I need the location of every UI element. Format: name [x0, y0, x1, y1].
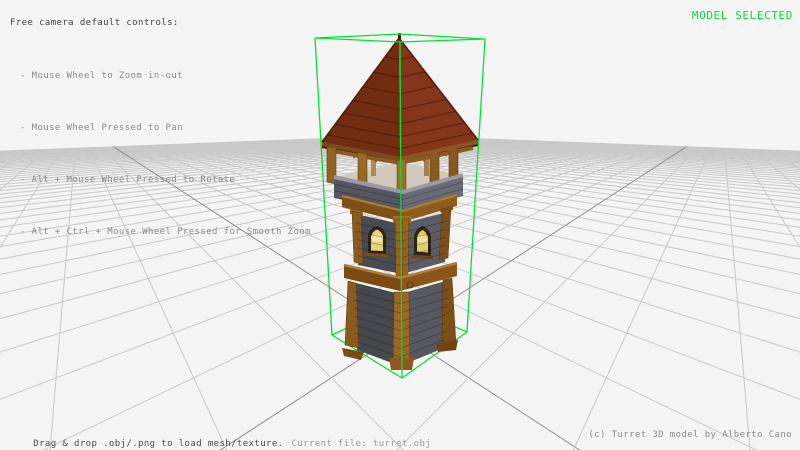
- model-credit: (c) Turret 3D model by Alberto Cano: [588, 431, 792, 440]
- drop-hint: Drag & drop .obj/.png to load mesh/textu…: [33, 439, 283, 449]
- current-file-label: Current file: turret.obj: [291, 439, 431, 449]
- roof-right-face: [399, 38, 478, 157]
- help-item: - Mouse Wheel Pressed to Pan: [20, 124, 311, 144]
- status-badge: MODEL SELECTED: [692, 10, 793, 21]
- help-title: Free camera default controls:: [10, 19, 179, 28]
- 3d-viewport[interactable]: Free camera default controls: - Mouse Wh…: [0, 0, 800, 450]
- footer-hint: Drag & drop .obj/.png to load mesh/textu…: [10, 431, 431, 450]
- roof-left-face: [322, 38, 400, 157]
- help-item: - Alt + Ctrl + Mouse Wheel Pressed for S…: [20, 228, 311, 248]
- base-post-right: [442, 278, 456, 347]
- help-item: - Mouse Wheel to Zoom in-out: [20, 72, 311, 92]
- mid-post-left: [352, 211, 363, 264]
- help-list: - Mouse Wheel to Zoom in-out - Mouse Whe…: [20, 40, 311, 280]
- help-item: - Alt + Mouse Wheel Pressed to Rotate: [20, 176, 311, 196]
- bbox-edge-right: [467, 39, 485, 332]
